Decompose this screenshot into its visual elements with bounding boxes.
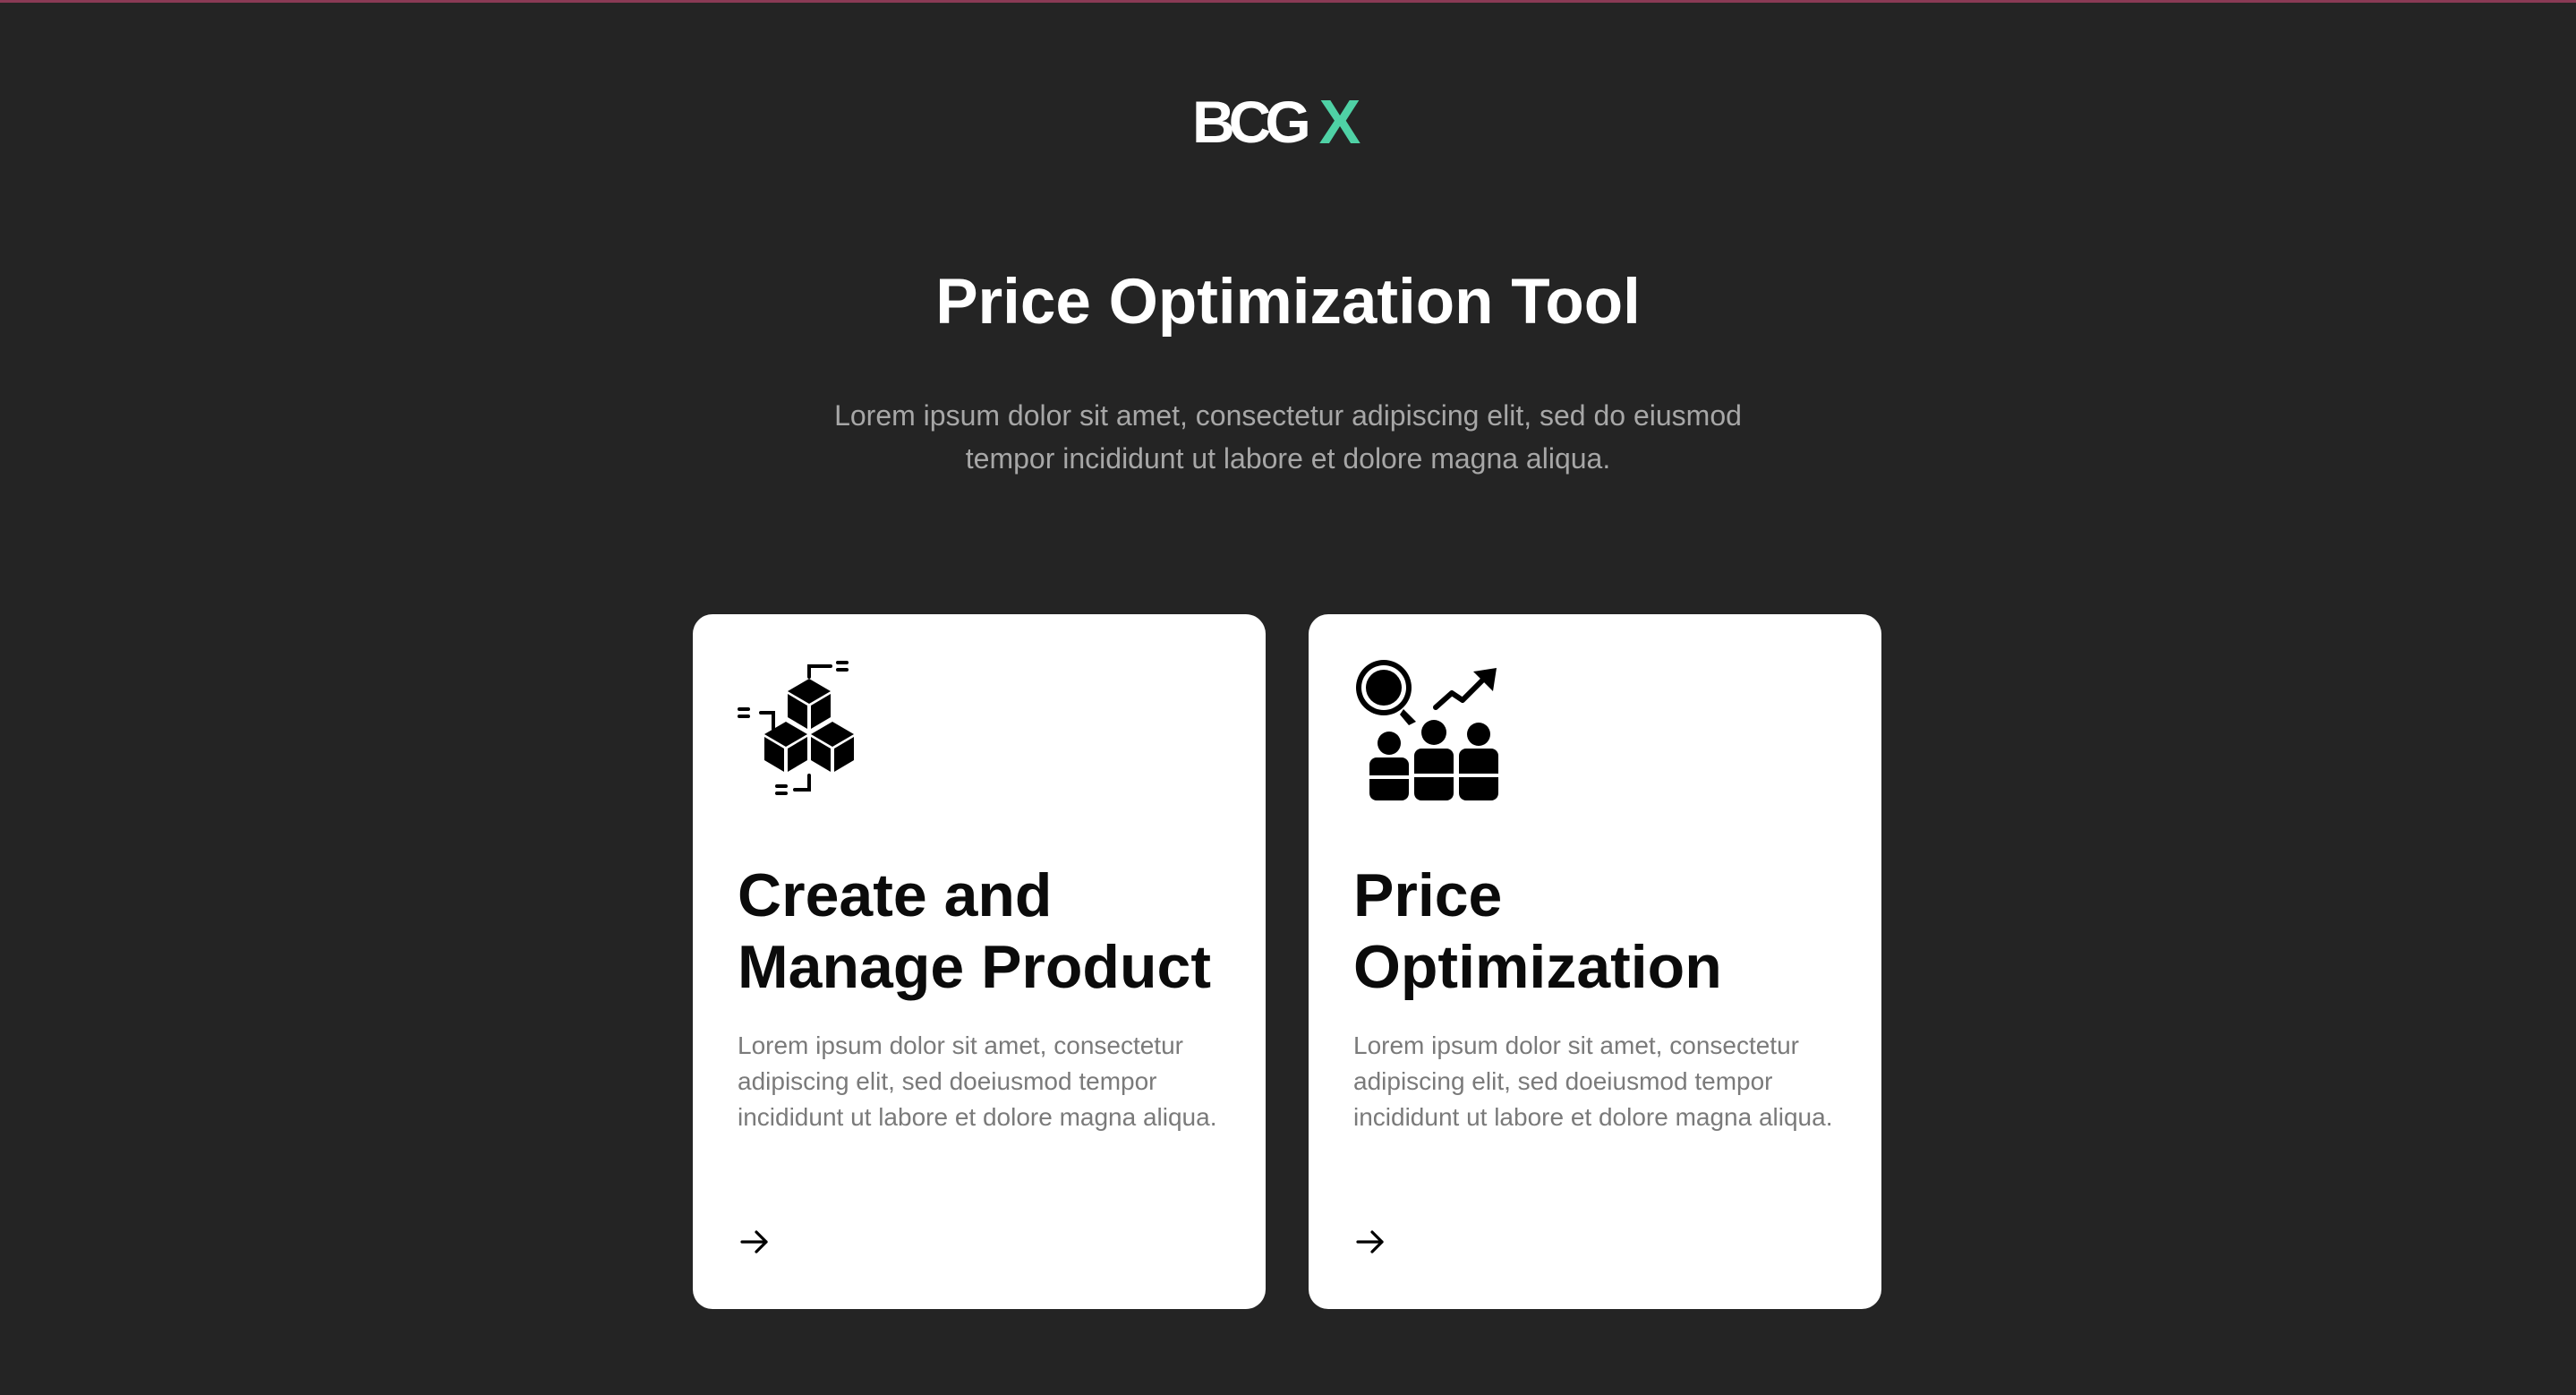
card-description: Lorem ipsum dolor sit amet, consectetur …	[1353, 1031, 1833, 1131]
brand-logo: BCG X	[1192, 87, 1377, 157]
card-price-optimization[interactable]: Price Optimization Lorem ipsum dolor sit…	[1309, 614, 1881, 1309]
cubes-icon	[738, 657, 886, 806]
card-title: Price Optimization	[1353, 861, 1722, 1001]
top-accent-line	[0, 0, 2576, 3]
page-subtitle: Lorem ipsum dolor sit amet, consectetur …	[834, 399, 1742, 475]
card-description: Lorem ipsum dolor sit amet, consectetur …	[738, 1031, 1217, 1131]
analytics-people-icon	[1353, 657, 1502, 806]
logo-text: BCG	[1192, 89, 1311, 155]
card-create-manage-product[interactable]: Create and Manage Product Lorem ipsum do…	[693, 614, 1266, 1309]
arrow-right-icon[interactable]	[738, 1225, 772, 1259]
card-title: Create and Manage Product	[738, 861, 1211, 1001]
arrow-right-icon[interactable]	[1353, 1225, 1387, 1259]
page-title: Price Optimization Tool	[935, 267, 1641, 338]
logo-accent: X	[1318, 87, 1361, 157]
